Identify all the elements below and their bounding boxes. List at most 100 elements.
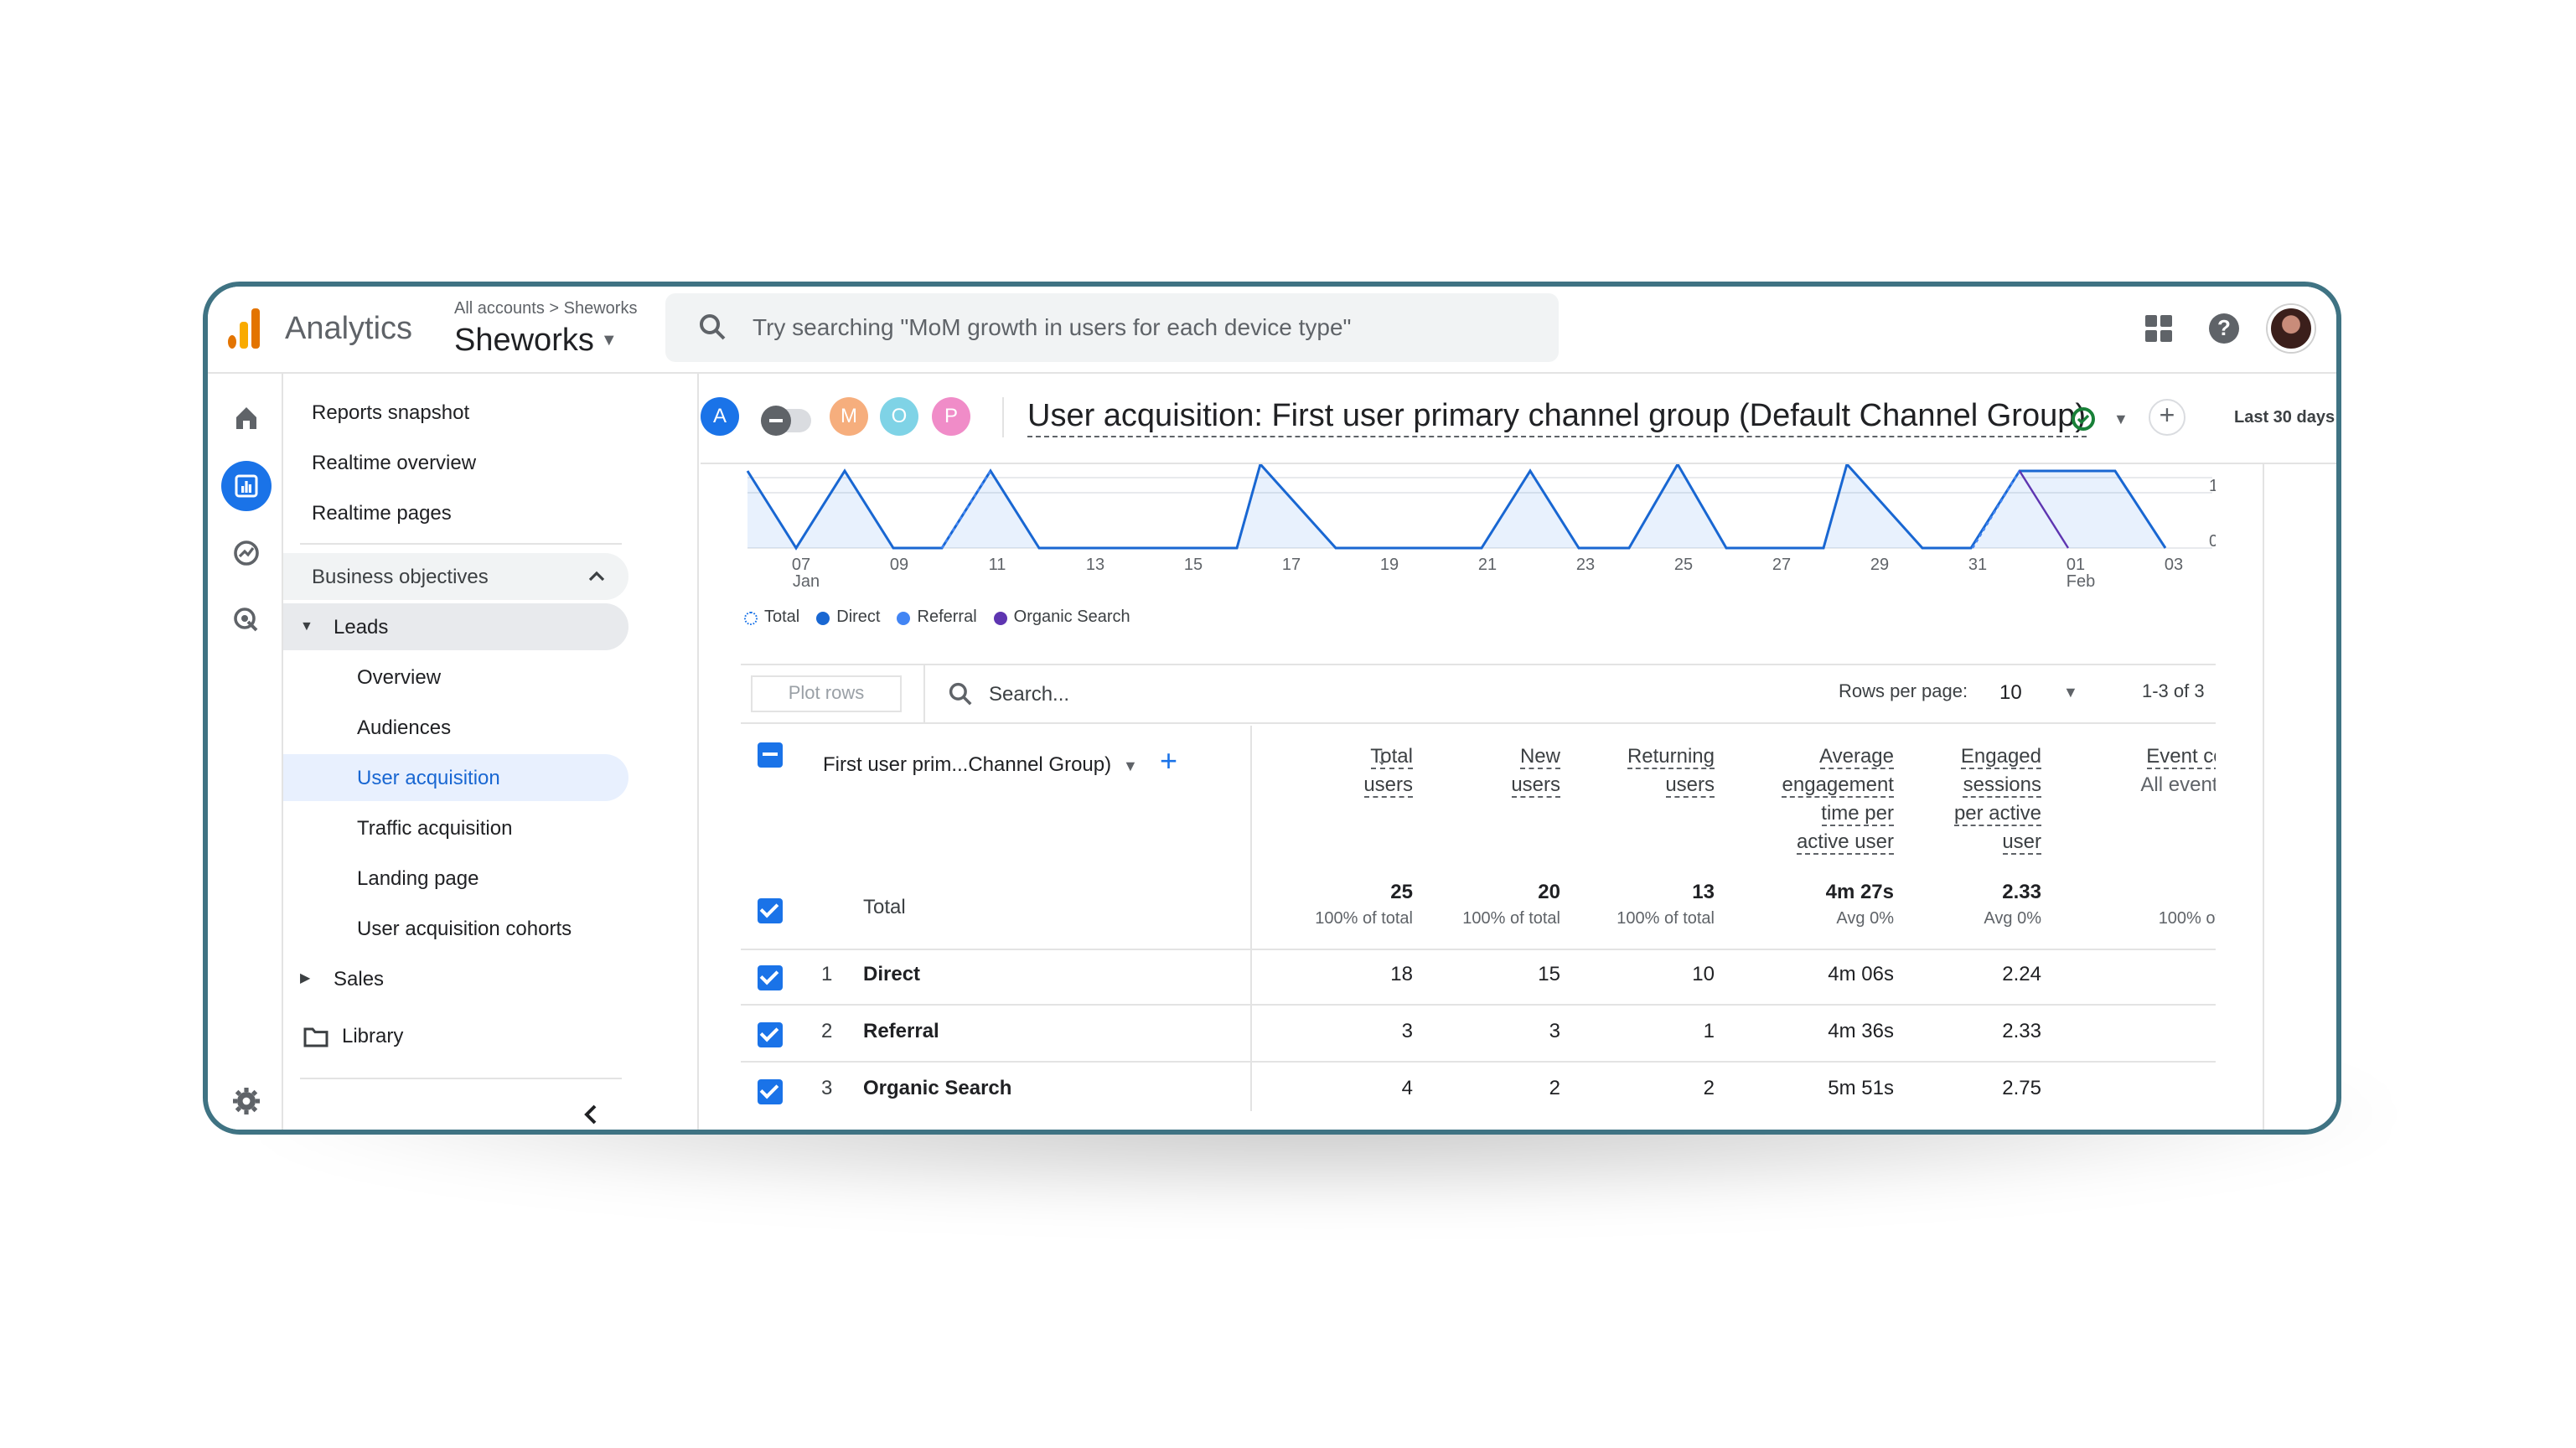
col-label: users — [1363, 773, 1413, 798]
nav-leads[interactable]: ▼ Leads — [283, 603, 628, 650]
caret-down-icon[interactable]: ▼ — [1123, 758, 1138, 774]
table-cell: 2.33 — [2002, 1019, 2041, 1042]
table-cell: 4m 36s — [1828, 1019, 1894, 1042]
caret-down-icon[interactable]: ▼ — [2113, 411, 2129, 427]
row-divider — [741, 1004, 2216, 1006]
add-dimension-button[interactable]: + — [1160, 744, 1177, 779]
comparison-chip-p[interactable]: P — [932, 397, 970, 436]
row-checkbox[interactable] — [758, 1022, 783, 1047]
x-tick-label: 31 — [1968, 556, 1987, 574]
table-cell: 10 — [1692, 962, 1715, 985]
gear-icon[interactable] — [221, 1076, 272, 1126]
left-rail — [208, 374, 283, 1130]
table-cell: 3 — [1549, 1019, 1560, 1042]
x-tick-label: 17 — [1282, 556, 1301, 574]
nav-library[interactable]: Library — [303, 1012, 403, 1059]
x-tick-label: 29 — [1870, 556, 1889, 574]
comparison-chip-m[interactable]: M — [830, 397, 868, 436]
advertising-icon[interactable] — [221, 595, 272, 645]
header-divider — [1002, 397, 1004, 437]
row-label[interactable]: Organic Search — [863, 1076, 1011, 1099]
plot-rows-button[interactable]: Plot rows — [751, 675, 902, 712]
nav-audiences[interactable]: Audiences — [357, 704, 451, 751]
nav-realtime-overview[interactable]: Realtime overview — [312, 439, 476, 486]
legend-total[interactable]: Total — [744, 608, 799, 627]
nav-group-label: Business objectives — [312, 565, 489, 588]
date-range[interactable]: Last 30 days — [2234, 409, 2335, 427]
table-cell: 2.24 — [2002, 962, 2041, 985]
legend-organic-search[interactable]: Organic Search — [993, 608, 1130, 627]
stage: Analytics All accounts > Sheworks Shewor… — [0, 0, 2576, 1448]
page-title[interactable]: User acquisition: First user primary cha… — [1027, 399, 2086, 437]
report-content: A M O P User acquisition: First user pri… — [701, 374, 2336, 1130]
x-tick-label: 27 — [1772, 556, 1791, 574]
nav-user-acquisition[interactable]: User acquisition — [283, 754, 628, 801]
home-icon[interactable] — [221, 392, 272, 442]
rows-per-page-select[interactable]: 10 — [1999, 680, 2022, 704]
row-label[interactable]: Referral — [863, 1019, 939, 1042]
col-label: engagement — [1782, 773, 1894, 798]
dimension-header[interactable]: First user prim...Channel Group) — [823, 752, 1111, 776]
total-subcell: 100% of total — [1616, 910, 1715, 928]
row-divider — [741, 949, 2216, 950]
select-all-checkbox[interactable] — [758, 742, 783, 768]
analytics-logo-icon[interactable] — [223, 305, 263, 349]
table-cell: 18 — [1390, 962, 1413, 985]
total-cell: 20 — [1538, 880, 1560, 903]
total-subcell: 100% of total — [1315, 910, 1413, 928]
nav-realtime-pages[interactable]: Realtime pages — [312, 489, 452, 536]
col-label: sessions — [1963, 773, 2041, 798]
table-cell: 5m 51s — [1828, 1076, 1894, 1099]
col-new-users[interactable]: New users — [1511, 742, 1560, 799]
comparison-chip-o[interactable]: O — [880, 397, 918, 436]
total-subcell: Avg 0% — [1836, 910, 1894, 928]
col-returning-users[interactable]: Returning users — [1627, 742, 1715, 799]
row-label[interactable]: Direct — [863, 962, 920, 985]
x-tick-label: 21 — [1478, 556, 1497, 574]
row-checkbox[interactable] — [758, 1079, 783, 1104]
total-cell: 13 — [1692, 880, 1715, 903]
col-label: New — [1519, 744, 1560, 769]
table-cell: 3 — [1401, 1019, 1413, 1042]
nav-user-acquisition-cohorts[interactable]: User acquisition cohorts — [357, 905, 572, 952]
col-label: per active — [1953, 801, 2041, 826]
breadcrumb[interactable]: All accounts > Sheworks — [454, 300, 637, 318]
col-avg-engagement[interactable]: Average engagement time per active user — [1782, 742, 1894, 856]
rows-per-page-label: Rows per page: — [1839, 682, 1968, 702]
apps-grid-icon[interactable] — [2145, 315, 2172, 342]
legend-referral[interactable]: Referral — [897, 608, 977, 627]
nav-reports-snapshot[interactable]: Reports snapshot — [312, 389, 469, 436]
nav-overview[interactable]: Overview — [357, 654, 441, 701]
col-label: user — [2002, 830, 2041, 855]
add-comparison-button[interactable]: + — [2149, 399, 2185, 436]
col-label: Engaged — [1960, 744, 2041, 769]
col-total-users[interactable]: Total users — [1363, 742, 1413, 799]
col-label: active user — [1796, 830, 1894, 855]
nav-sales[interactable]: ▶ Sales — [283, 955, 384, 1002]
total-row-checkbox[interactable] — [758, 898, 783, 923]
total-row-label: Total — [863, 895, 906, 918]
nav-business-objectives[interactable]: Business objectives — [283, 553, 628, 600]
property-selector[interactable]: Sheworks ▼ — [454, 323, 618, 360]
collapse-chevron-left-icon[interactable] — [583, 1104, 598, 1125]
chevron-up-icon — [588, 571, 605, 582]
col-engaged-sessions[interactable]: Engaged sessions per active user — [1953, 742, 2041, 856]
nav-traffic-acquisition[interactable]: Traffic acquisition — [357, 804, 512, 851]
reports-icon[interactable] — [221, 461, 272, 511]
nav-sales-label: Sales — [334, 967, 385, 990]
caret-down-icon[interactable]: ▼ — [2063, 684, 2078, 701]
search-bar[interactable]: Try searching "MoM growth in users for e… — [665, 293, 1559, 362]
comparison-toggle[interactable] — [761, 406, 811, 436]
x-tick-label: 03 — [2165, 556, 2183, 574]
avatar[interactable] — [2268, 305, 2315, 352]
table-search-input[interactable]: Search... — [989, 682, 1069, 706]
explore-icon[interactable] — [221, 528, 272, 578]
help-icon[interactable]: ? — [2209, 313, 2239, 344]
x-tick-label: Jan — [793, 572, 820, 591]
comparison-chip-a[interactable]: A — [701, 397, 739, 436]
legend-direct[interactable]: Direct — [816, 608, 881, 627]
row-checkbox[interactable] — [758, 965, 783, 990]
nav-landing-page[interactable]: Landing page — [357, 855, 479, 902]
col-label: time per — [1821, 801, 1894, 826]
col-label: users — [1511, 773, 1560, 798]
